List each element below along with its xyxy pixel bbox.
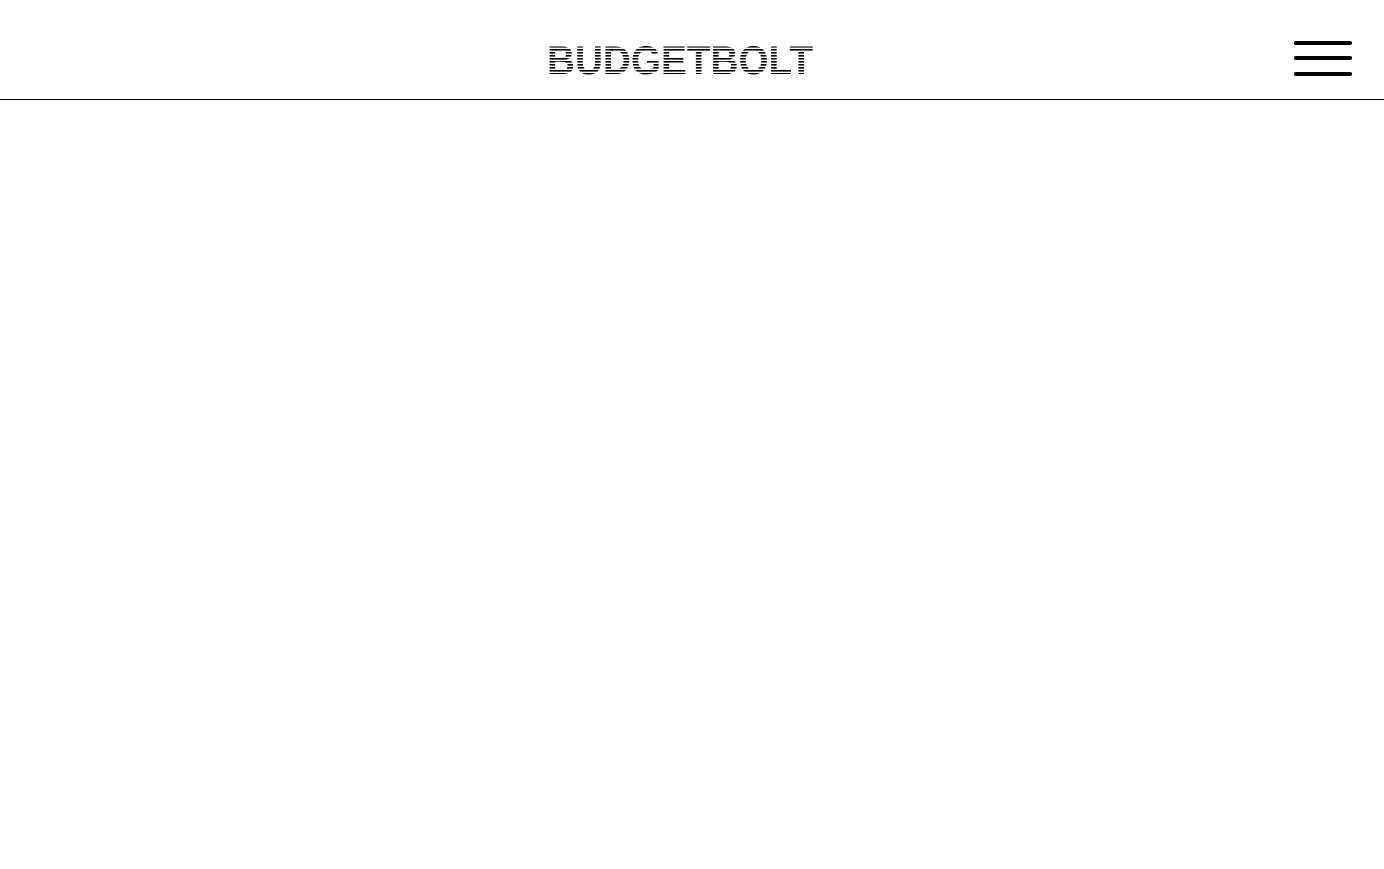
brand-wordmark: BUDGETBOLT: [547, 40, 813, 78]
brand-logo: BUDGETBOLT: [547, 40, 813, 78]
brand-logo-link[interactable]: BUDGETBOLT: [547, 40, 813, 78]
menu-button[interactable]: [1292, 40, 1354, 78]
site-header: BUDGETBOLT: [0, 0, 1384, 100]
main-content: [0, 100, 1384, 869]
